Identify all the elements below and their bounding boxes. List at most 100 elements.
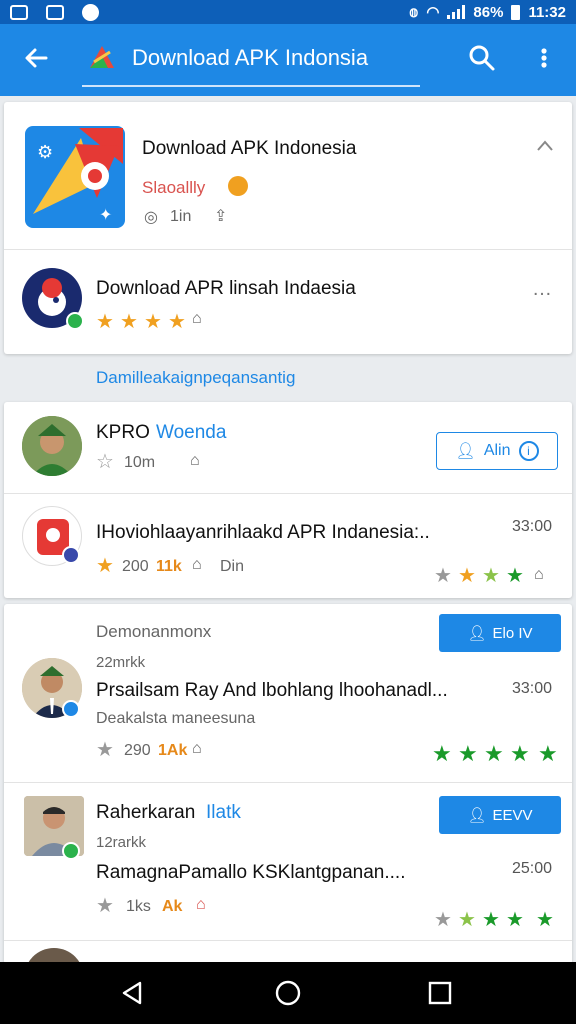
notification-icon bbox=[10, 4, 28, 20]
search-icon[interactable] bbox=[466, 42, 498, 74]
follow-button[interactable]: 👤︎ EEVV bbox=[439, 796, 561, 834]
star-icon: ★ bbox=[168, 311, 186, 333]
more-horiz-icon[interactable]: … bbox=[532, 278, 553, 301]
app-bar-title: Download APK Indonsia bbox=[132, 45, 369, 70]
star-icon: ★ bbox=[484, 741, 504, 766]
featured-app-icon[interactable]: ⚙ ✦ bbox=[23, 124, 127, 230]
mute-icon: 𝕠 bbox=[409, 4, 419, 21]
star-icon: ★ bbox=[458, 909, 476, 931]
app-logo-icon bbox=[86, 42, 116, 72]
star-icon: ★ bbox=[120, 311, 138, 333]
star-outline-icon: ☆ bbox=[96, 451, 114, 473]
featured-card: ⚙ ✦ Download APK Indonesia Slaoallly ◎ 1… bbox=[4, 102, 572, 354]
star-icon: ★ bbox=[510, 741, 530, 766]
avatar[interactable] bbox=[22, 416, 82, 476]
section-label[interactable]: Damilleakaignpeqansantig bbox=[96, 368, 295, 388]
list-item-title[interactable]: IHoviohlaayanrihlaakd APR Indanesia:.. bbox=[96, 522, 430, 544]
home-icon: ⌂ bbox=[190, 452, 200, 469]
home-circle-icon[interactable] bbox=[274, 979, 302, 1007]
follow-button-label: Elo IV bbox=[492, 624, 533, 642]
chevron-up-icon[interactable] bbox=[536, 138, 554, 152]
star-icon: ★ bbox=[538, 741, 558, 766]
emoji-icon bbox=[228, 176, 248, 196]
divider bbox=[4, 493, 572, 494]
person-icon: 👤︎ bbox=[455, 443, 476, 460]
back-arrow-icon[interactable] bbox=[20, 42, 52, 74]
star-icon: ★ bbox=[144, 311, 162, 333]
star-icon: ★ bbox=[536, 909, 554, 931]
battery-icon bbox=[511, 4, 521, 20]
person-add-icon: 👤︎ bbox=[467, 625, 487, 642]
star-icon: ★ bbox=[506, 909, 524, 931]
divider bbox=[4, 249, 572, 250]
verified-badge-icon bbox=[62, 842, 80, 860]
feed-sub: 12rarkk bbox=[96, 834, 147, 851]
divider bbox=[4, 782, 572, 783]
home-icon: ⌂ bbox=[192, 310, 202, 327]
star-icon: ★ bbox=[96, 739, 114, 761]
app-bar: Download APK Indonsia bbox=[0, 24, 576, 96]
shield-badge-icon bbox=[62, 546, 80, 564]
home-icon: ⌂ bbox=[196, 896, 206, 913]
more-vert-icon[interactable] bbox=[532, 42, 556, 74]
second-title[interactable]: Download APR linsah Indaesia bbox=[96, 278, 356, 300]
star-icon: ★ bbox=[482, 565, 500, 587]
featured-tagline: Slaoallly bbox=[142, 178, 206, 197]
feed-item-stat-accent: 1Ak bbox=[158, 742, 188, 759]
feed-card: Demonanmonx 👤︎ Elo IV 22mrkk Prsailsam R… bbox=[4, 604, 572, 964]
feed-item-desc: Deakalsta maneesuna bbox=[96, 710, 256, 727]
svg-text:✦: ✦ bbox=[99, 205, 112, 224]
list-item-extra: Din bbox=[220, 558, 245, 575]
star-icon: ★ bbox=[458, 565, 476, 587]
home-icon: ⌂ bbox=[192, 740, 202, 757]
recents-square-icon[interactable] bbox=[426, 979, 454, 1007]
star-icon: ★ bbox=[434, 565, 452, 587]
star-icon: ★ bbox=[482, 909, 500, 931]
list-item-name[interactable]: KPRO bbox=[96, 422, 150, 444]
feed-item-time: 33:00 bbox=[512, 680, 553, 697]
feed-item-stat: 290 bbox=[124, 742, 151, 759]
status-bar: 𝕠 ◠ 86% 11:32 bbox=[0, 0, 576, 24]
feed-item-stat-accent: Ak bbox=[162, 898, 183, 915]
feed-item-name-accent[interactable]: Ilatk bbox=[206, 802, 241, 824]
feed-item-title[interactable]: Prsailsam Ray And lbohlang lhoohanadl... bbox=[96, 680, 448, 702]
home-icon: ⌂ bbox=[192, 556, 202, 573]
list-item-time: 33:00 bbox=[512, 518, 553, 535]
info-icon: i bbox=[518, 441, 539, 461]
chat-icon bbox=[82, 3, 99, 21]
star-icon: ★ bbox=[96, 895, 114, 917]
star-icon: ★ bbox=[506, 565, 524, 587]
battery-level: 86% bbox=[473, 3, 504, 21]
list-item-stat: 10m bbox=[124, 454, 156, 471]
star-icon: ★ bbox=[458, 741, 478, 766]
featured-title[interactable]: Download APK Indonesia bbox=[142, 138, 356, 160]
feed-item-name[interactable]: Raherkaran bbox=[96, 802, 195, 824]
follow-button-label: Alin bbox=[483, 442, 511, 459]
star-icon: ★ bbox=[96, 311, 114, 333]
list-card: KPRO Woenda ☆ 10m ⌂ 👤︎ Alin i IHoviohlaa… bbox=[4, 402, 572, 598]
image-icon bbox=[46, 4, 64, 20]
share-icon[interactable]: ⇪ bbox=[214, 206, 227, 226]
feed-header: Demonanmonx bbox=[96, 622, 212, 641]
feed-item-time: 25:00 bbox=[512, 860, 553, 877]
follow-button[interactable]: 👤︎ Elo IV bbox=[439, 614, 561, 652]
follow-button[interactable]: 👤︎ Alin i bbox=[436, 432, 558, 470]
navigation-bar bbox=[0, 962, 576, 1024]
back-triangle-icon[interactable] bbox=[118, 979, 146, 1007]
follow-button-label: EEVV bbox=[492, 806, 533, 824]
title-underline bbox=[82, 85, 420, 87]
divider bbox=[4, 940, 572, 941]
verified-badge-icon bbox=[66, 312, 84, 330]
person-add-icon: 👤︎ bbox=[467, 807, 487, 824]
feed-sub: 22mrkk bbox=[96, 654, 146, 671]
svg-text:⚙: ⚙ bbox=[37, 142, 53, 163]
verified-badge-icon bbox=[62, 700, 80, 718]
clock: 11:32 bbox=[528, 3, 566, 21]
list-item-name-accent[interactable]: Woenda bbox=[156, 422, 226, 444]
featured-meta: 1in bbox=[170, 208, 192, 225]
feed-item-title[interactable]: RamagnaPamallo KSKlantgpanan.... bbox=[96, 862, 405, 884]
check-icon: ◎ bbox=[144, 209, 158, 226]
wifi-icon: ◠ bbox=[426, 4, 440, 21]
list-item-stat-accent: 11k bbox=[156, 558, 182, 575]
signal-icon bbox=[447, 5, 466, 19]
